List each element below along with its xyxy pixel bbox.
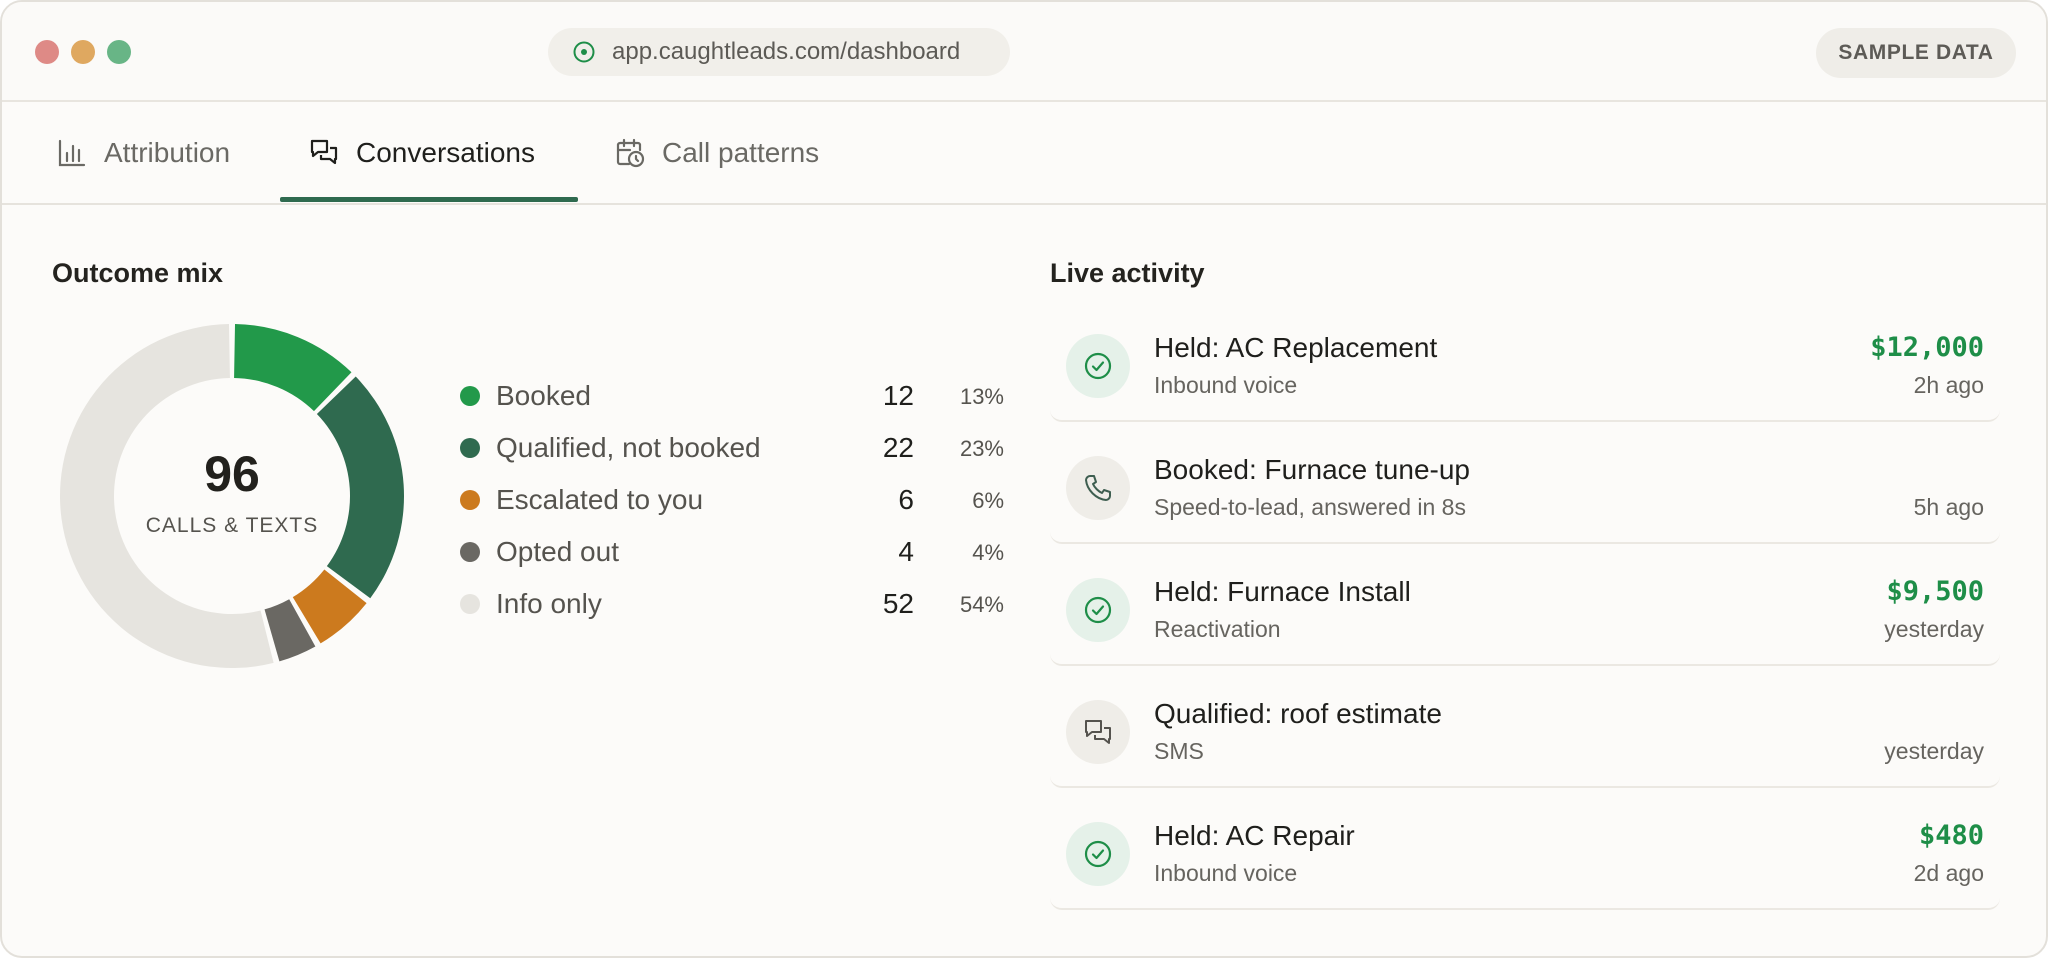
legend-row-qualified-not-booked: Qualified, not booked 22 23% <box>458 428 1004 468</box>
activity-time: 2d ago <box>1913 860 1984 886</box>
activity-icon-badge <box>1066 334 1130 398</box>
activity-subtitle: Inbound voice <box>1154 372 1298 398</box>
legend-swatch <box>460 490 480 510</box>
legend-swatch <box>460 438 480 458</box>
activity-icon-badge <box>1066 456 1130 520</box>
chat-bubbles-icon <box>1085 720 1111 744</box>
legend-row-escalated-to-you: Escalated to you 6 6% <box>458 480 1004 520</box>
check-circle-icon <box>1084 840 1112 868</box>
browser-titlebar: app.caughtleads.com/dashboard SAMPLE DAT… <box>2 2 2046 102</box>
chat-bubbles-icon <box>310 139 338 164</box>
activity-amount: $12,000 <box>1870 332 1984 363</box>
activity-time: 5h ago <box>1913 494 1984 520</box>
activity-time: yesterday <box>1884 616 1984 642</box>
check-circle-icon <box>1084 596 1112 624</box>
legend-count: 4 <box>898 536 914 567</box>
legend-count: 6 <box>898 484 914 515</box>
tab-conversations-label: Conversations <box>356 136 535 168</box>
address-bar[interactable]: app.caughtleads.com/dashboard <box>548 28 1010 76</box>
activity-time: yesterday <box>1884 738 1984 764</box>
legend-percent: 23% <box>959 436 1004 461</box>
legend-label: Escalated to you <box>496 484 704 515</box>
activity-amount: $480 <box>1918 820 1984 851</box>
legend-percent: 13% <box>959 384 1004 409</box>
tab-attribution[interactable]: Attribution <box>56 102 230 203</box>
tab-call-patterns[interactable]: Call patterns <box>614 102 819 203</box>
legend-percent: 4% <box>972 540 1004 565</box>
legend-percent: 54% <box>959 592 1004 617</box>
activity-item[interactable]: Held: Furnace Install Reactivation $9,500 y… <box>1050 562 2000 666</box>
outcome-mix-title: Outcome mix <box>52 258 224 288</box>
legend-swatch <box>460 594 480 614</box>
app-window: app.caughtleads.com/dashboard SAMPLE DAT… <box>0 0 2048 958</box>
secure-site-icon <box>573 41 595 63</box>
tab-bar: Attribution Conversations Call patterns <box>2 102 2046 205</box>
activity-time: 2h ago <box>1913 372 1984 398</box>
activity-subtitle: SMS <box>1154 738 1204 764</box>
activity-title: Held: Furnace Install <box>1154 576 1411 607</box>
legend-count: 52 <box>882 588 914 619</box>
activity-title: Qualified: roof estimate <box>1154 698 1442 729</box>
sample-data-badge: SAMPLE DATA <box>1816 28 2016 78</box>
activity-icon-badge <box>1066 578 1130 642</box>
activity-title: Booked: Furnace tune-up <box>1154 454 1470 485</box>
activity-subtitle: Speed-to-lead, answered in 8s <box>1154 494 1466 520</box>
legend-label: Info only <box>496 588 602 619</box>
activity-amount: $9,500 <box>1886 576 1984 607</box>
phone-icon <box>1085 475 1111 501</box>
address-url: app.caughtleads.com/dashboard <box>612 38 961 65</box>
donut-total-value: 96 <box>204 446 260 502</box>
activity-subtitle: Inbound voice <box>1154 860 1298 886</box>
tab-call-patterns-label: Call patterns <box>662 136 820 168</box>
tab-conversations[interactable]: Conversations <box>280 102 578 203</box>
activity-title: Held: AC Replacement <box>1154 332 1438 363</box>
legend-swatch <box>460 542 480 562</box>
close-window-button[interactable] <box>35 40 59 64</box>
maximize-window-button[interactable] <box>107 40 131 64</box>
minimize-window-button[interactable] <box>71 40 95 64</box>
activity-icon-badge <box>1066 822 1130 886</box>
legend-row-booked: Booked 12 13% <box>458 376 1004 416</box>
legend-label: Booked <box>496 380 591 411</box>
legend-count: 12 <box>882 380 914 411</box>
legend-count: 22 <box>882 432 914 463</box>
legend-swatch <box>460 386 480 406</box>
activity-item[interactable]: Qualified: roof estimate SMS yesterday <box>1050 684 2000 788</box>
donut-total-label: CALLS & TEXTS <box>145 514 319 537</box>
active-tab-indicator <box>280 197 578 202</box>
activity-item[interactable]: Booked: Furnace tune-up Speed-to-lead, an… <box>1050 440 2000 544</box>
legend-percent: 6% <box>972 488 1004 513</box>
legend-row-opted-out: Opted out 4 4% <box>458 532 1004 572</box>
activity-icon-badge <box>1066 700 1130 764</box>
check-circle-icon <box>1084 352 1112 380</box>
calendar-clock-icon <box>616 138 645 167</box>
activity-item[interactable]: Held: AC Replacement Inbound voice $12,000… <box>1050 318 2000 422</box>
live-activity-title: Live activity <box>1050 258 1205 288</box>
activity-item[interactable]: Held: AC Repair Inbound voice $480 2d ago <box>1050 806 2000 910</box>
legend-label: Opted out <box>496 536 619 567</box>
bar-chart-icon <box>58 139 86 166</box>
activity-title: Held: AC Repair <box>1154 820 1355 851</box>
activity-subtitle: Reactivation <box>1154 616 1281 642</box>
legend-label: Qualified, not booked <box>496 432 761 463</box>
legend-row-info-only: Info only 52 54% <box>458 584 1004 624</box>
tab-attribution-label: Attribution <box>104 136 231 168</box>
